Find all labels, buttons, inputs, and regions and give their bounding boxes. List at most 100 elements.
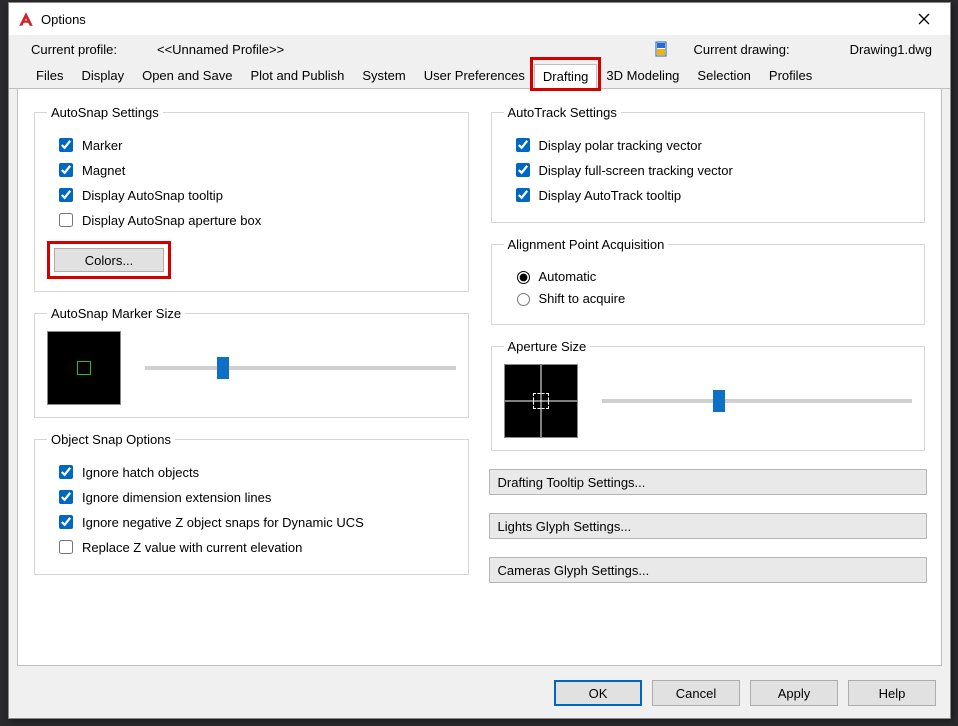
colors-button[interactable]: Colors...: [54, 248, 164, 272]
ignore-dimension-row[interactable]: Ignore dimension extension lines: [55, 487, 456, 507]
ignore-hatch-label: Ignore hatch objects: [82, 465, 199, 480]
autotrack-tooltip-label: Display AutoTrack tooltip: [539, 188, 682, 203]
tab-open-save[interactable]: Open and Save: [133, 63, 241, 88]
profile-bar: Current profile: <<Unnamed Profile>> Cur…: [9, 35, 950, 63]
polar-tracking-checkbox[interactable]: [516, 138, 530, 152]
automatic-radio[interactable]: [517, 271, 530, 284]
close-button[interactable]: [902, 4, 946, 34]
colors-button-label: Colors...: [85, 253, 133, 268]
aperture-size-thumb[interactable]: [713, 390, 725, 412]
autocad-icon: [17, 10, 35, 28]
drawing-file-icon: [654, 41, 670, 57]
autotrack-tooltip-checkbox[interactable]: [516, 188, 530, 202]
shift-acquire-label: Shift to acquire: [539, 291, 626, 306]
marker-label: Marker: [82, 138, 122, 153]
tab-user-preferences[interactable]: User Preferences: [415, 63, 534, 88]
aperture-box-checkbox[interactable]: [59, 213, 73, 227]
ignore-hatch-checkbox[interactable]: [59, 465, 73, 479]
ok-label: OK: [589, 686, 608, 701]
help-label: Help: [879, 686, 906, 701]
left-column: AutoSnap Settings Marker Magnet Display …: [32, 105, 471, 649]
lights-glyph-settings-label: Lights Glyph Settings...: [498, 519, 632, 534]
aperture-size-group: Aperture Size: [491, 339, 926, 451]
alignment-legend: Alignment Point Acquisition: [504, 237, 669, 252]
right-column: AutoTrack Settings Display polar trackin…: [489, 105, 928, 649]
cameras-glyph-settings-button[interactable]: Cameras Glyph Settings...: [489, 557, 928, 583]
tab-drafting[interactable]: Drafting: [534, 64, 598, 89]
annotation-highlight-colors: Colors...: [47, 241, 171, 279]
drafting-panel: AutoSnap Settings Marker Magnet Display …: [17, 89, 942, 666]
tab-3d-modeling[interactable]: 3D Modeling: [597, 63, 688, 88]
titlebar: Options: [9, 3, 950, 35]
autosnap-settings-group: AutoSnap Settings Marker Magnet Display …: [34, 105, 469, 292]
current-drawing-value: Drawing1.dwg: [850, 42, 932, 57]
tab-selection[interactable]: Selection: [688, 63, 759, 88]
tab-files[interactable]: Files: [27, 63, 72, 88]
apply-button[interactable]: Apply: [750, 680, 838, 706]
tab-system[interactable]: System: [353, 63, 414, 88]
drafting-tooltip-settings-button[interactable]: Drafting Tooltip Settings...: [489, 469, 928, 495]
autosnap-tooltip-checkbox[interactable]: [59, 188, 73, 202]
marker-checkbox[interactable]: [59, 138, 73, 152]
aperture-box-icon: [533, 393, 549, 409]
lights-glyph-settings-button[interactable]: Lights Glyph Settings...: [489, 513, 928, 539]
fullscreen-tracking-checkbox[interactable]: [516, 163, 530, 177]
tabstrip: Files Display Open and Save Plot and Pub…: [9, 63, 950, 89]
aperture-box-checkbox-row[interactable]: Display AutoSnap aperture box: [55, 210, 456, 230]
options-dialog: Options Current profile: <<Unnamed Profi…: [8, 2, 951, 719]
automatic-label: Automatic: [539, 269, 597, 284]
aperture-preview: [504, 364, 578, 438]
ignore-negz-label: Ignore negative Z object snaps for Dynam…: [82, 515, 364, 530]
replace-z-row[interactable]: Replace Z value with current elevation: [55, 537, 456, 557]
marker-size-thumb[interactable]: [217, 357, 229, 379]
shift-acquire-radio[interactable]: [517, 293, 530, 306]
cancel-label: Cancel: [676, 686, 716, 701]
marker-checkbox-row[interactable]: Marker: [55, 135, 456, 155]
autotrack-tooltip-row[interactable]: Display AutoTrack tooltip: [512, 185, 913, 205]
current-profile-label: Current profile:: [31, 42, 117, 57]
cancel-button[interactable]: Cancel: [652, 680, 740, 706]
apply-label: Apply: [778, 686, 811, 701]
marker-size-slider[interactable]: [145, 366, 456, 370]
autosnap-legend: AutoSnap Settings: [47, 105, 163, 120]
autosnap-tooltip-checkbox-row[interactable]: Display AutoSnap tooltip: [55, 185, 456, 205]
current-drawing-label: Current drawing:: [694, 42, 790, 57]
magnet-checkbox[interactable]: [59, 163, 73, 177]
aperture-box-label: Display AutoSnap aperture box: [82, 213, 261, 228]
autosnap-marker-size-group: AutoSnap Marker Size: [34, 306, 469, 418]
replace-z-checkbox[interactable]: [59, 540, 73, 554]
marker-size-legend: AutoSnap Marker Size: [47, 306, 185, 321]
object-snap-legend: Object Snap Options: [47, 432, 175, 447]
ignore-dimension-checkbox[interactable]: [59, 490, 73, 504]
fullscreen-tracking-label: Display full-screen tracking vector: [539, 163, 733, 178]
alignment-point-group: Alignment Point Acquisition Automatic Sh…: [491, 237, 926, 325]
autotrack-settings-group: AutoTrack Settings Display polar trackin…: [491, 105, 926, 223]
polar-tracking-label: Display polar tracking vector: [539, 138, 702, 153]
aperture-size-legend: Aperture Size: [504, 339, 591, 354]
tab-display[interactable]: Display: [72, 63, 133, 88]
autotrack-legend: AutoTrack Settings: [504, 105, 621, 120]
close-icon: [918, 13, 930, 25]
magnet-label: Magnet: [82, 163, 125, 178]
tab-profiles[interactable]: Profiles: [760, 63, 821, 88]
ignore-dimension-label: Ignore dimension extension lines: [82, 490, 271, 505]
polar-tracking-row[interactable]: Display polar tracking vector: [512, 135, 913, 155]
marker-square-icon: [77, 361, 91, 375]
dialog-title: Options: [41, 12, 86, 27]
replace-z-label: Replace Z value with current elevation: [82, 540, 302, 555]
ignore-negz-checkbox[interactable]: [59, 515, 73, 529]
automatic-radio-row[interactable]: Automatic: [512, 268, 913, 284]
ignore-negz-row[interactable]: Ignore negative Z object snaps for Dynam…: [55, 512, 456, 532]
shift-acquire-radio-row[interactable]: Shift to acquire: [512, 290, 913, 306]
magnet-checkbox-row[interactable]: Magnet: [55, 160, 456, 180]
tab-plot-publish[interactable]: Plot and Publish: [241, 63, 353, 88]
ok-button[interactable]: OK: [554, 680, 642, 706]
ignore-hatch-row[interactable]: Ignore hatch objects: [55, 462, 456, 482]
aperture-size-slider[interactable]: [602, 399, 913, 403]
object-snap-options-group: Object Snap Options Ignore hatch objects…: [34, 432, 469, 575]
autosnap-tooltip-label: Display AutoSnap tooltip: [82, 188, 223, 203]
cameras-glyph-settings-label: Cameras Glyph Settings...: [498, 563, 650, 578]
drafting-tooltip-settings-label: Drafting Tooltip Settings...: [498, 475, 646, 490]
help-button[interactable]: Help: [848, 680, 936, 706]
fullscreen-tracking-row[interactable]: Display full-screen tracking vector: [512, 160, 913, 180]
